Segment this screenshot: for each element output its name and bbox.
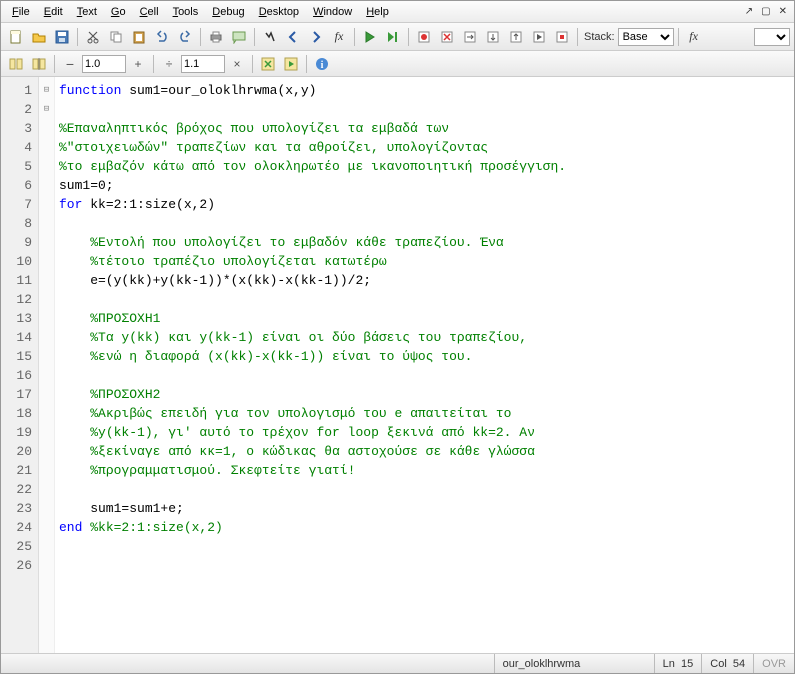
menu-go[interactable]: Go bbox=[104, 4, 133, 20]
editor[interactable]: 1234567891011121314151617181920212223242… bbox=[1, 77, 794, 653]
toolbar-secondary: − + ÷ × i bbox=[1, 51, 794, 77]
times-button[interactable]: × bbox=[226, 53, 248, 75]
undo-icon[interactable] bbox=[151, 26, 173, 48]
status-col: Col 54 bbox=[701, 654, 753, 673]
clear-breakpoint-icon[interactable] bbox=[436, 26, 458, 48]
code-line[interactable]: %Ακριβώς επειδή για τον υπολογισμό του e… bbox=[59, 404, 794, 423]
code-line[interactable]: %ξεκίναγε από κκ=1, ο κώδικας θα αστοχού… bbox=[59, 442, 794, 461]
copy-icon[interactable] bbox=[105, 26, 127, 48]
menu-tools[interactable]: Tools bbox=[166, 4, 206, 20]
code-line[interactable]: %Εντολή που υπολογίζει το εμβαδόν κάθε τ… bbox=[59, 233, 794, 252]
code-line[interactable] bbox=[59, 366, 794, 385]
divide-button[interactable]: ÷ bbox=[158, 53, 180, 75]
close-icon[interactable]: ✕ bbox=[776, 6, 790, 17]
code-line[interactable]: %Επαναληπτικός βρόχος που υπολογίζει τα … bbox=[59, 119, 794, 138]
code-line[interactable]: for kk=2:1:size(x,2) bbox=[59, 195, 794, 214]
step-icon[interactable] bbox=[459, 26, 481, 48]
view-select[interactable] bbox=[754, 28, 790, 46]
code-line[interactable]: %τέτοιο τραπέζιο υπολογίζεται κατωτέρω bbox=[59, 252, 794, 271]
code-line[interactable]: %ΠΡΟΣΟΧΗ2 bbox=[59, 385, 794, 404]
minus-button[interactable]: − bbox=[59, 53, 81, 75]
step-value-1[interactable] bbox=[82, 55, 126, 73]
menu-window[interactable]: Window bbox=[306, 4, 359, 20]
line-number-gutter: 1234567891011121314151617181920212223242… bbox=[1, 77, 39, 653]
print-icon[interactable] bbox=[205, 26, 227, 48]
open-file-icon[interactable] bbox=[28, 26, 50, 48]
code-line[interactable]: %προγραμματισμού. Σκεφτείτε γιατί! bbox=[59, 461, 794, 480]
status-ovr: OVR bbox=[753, 654, 794, 673]
code-area[interactable]: function sum1=our_oloklhrwma(x,y) %Επανα… bbox=[55, 77, 794, 653]
eval-advance-icon[interactable] bbox=[280, 53, 302, 75]
menu-file[interactable]: File bbox=[5, 4, 37, 20]
svg-text:i: i bbox=[321, 60, 324, 71]
eval-cell-icon[interactable] bbox=[257, 53, 279, 75]
code-line[interactable]: e=(y(kk)+y(kk-1))*(x(kk)-x(kk-1))/2; bbox=[59, 271, 794, 290]
code-line[interactable] bbox=[59, 214, 794, 233]
find-icon[interactable] bbox=[259, 26, 281, 48]
exit-debug-icon[interactable] bbox=[551, 26, 573, 48]
code-line[interactable] bbox=[59, 290, 794, 309]
code-line[interactable] bbox=[59, 480, 794, 499]
maximize-icon[interactable]: ▢ bbox=[758, 6, 773, 17]
cell-insert-icon[interactable] bbox=[5, 53, 27, 75]
code-line[interactable]: function sum1=our_oloklhrwma(x,y) bbox=[59, 81, 794, 100]
fx-button[interactable]: fx bbox=[683, 26, 705, 48]
menu-desktop[interactable]: Desktop bbox=[252, 4, 306, 20]
breakpoint-icon[interactable] bbox=[413, 26, 435, 48]
comment-icon[interactable] bbox=[228, 26, 250, 48]
fx-icon[interactable]: fx bbox=[328, 26, 350, 48]
continue-icon[interactable] bbox=[528, 26, 550, 48]
menu-debug[interactable]: Debug bbox=[205, 4, 251, 20]
status-line: Ln 15 bbox=[654, 654, 702, 673]
info-icon[interactable]: i bbox=[311, 53, 333, 75]
code-line[interactable]: %ΠΡΟΣΟΧΗ1 bbox=[59, 309, 794, 328]
code-line[interactable]: %ενώ η διαφορά (x(kk)-x(kk-1)) είναι το … bbox=[59, 347, 794, 366]
code-line[interactable] bbox=[59, 556, 794, 575]
code-line[interactable]: %το εμβαζόν κάτω από τον ολοκληρωτέο με … bbox=[59, 157, 794, 176]
menu-edit[interactable]: Edit bbox=[37, 4, 70, 20]
code-line[interactable]: %"στοιχειωδών" τραπεζίων και τα αθροίζει… bbox=[59, 138, 794, 157]
menubar: FileEditTextGoCellToolsDebugDesktopWindo… bbox=[1, 1, 794, 23]
plus-button[interactable]: + bbox=[127, 53, 149, 75]
code-line[interactable]: %Τα y(kk) και y(kk-1) είναι οι δύο βάσει… bbox=[59, 328, 794, 347]
step-value-2[interactable] bbox=[181, 55, 225, 73]
save-icon[interactable] bbox=[51, 26, 73, 48]
menu-cell[interactable]: Cell bbox=[133, 4, 166, 20]
step-in-icon[interactable] bbox=[482, 26, 504, 48]
code-line[interactable] bbox=[59, 100, 794, 119]
fold-column[interactable]: ⊟⊟ bbox=[39, 77, 55, 653]
nav-fwd-icon[interactable] bbox=[305, 26, 327, 48]
code-line[interactable] bbox=[59, 537, 794, 556]
stack-label: Stack: bbox=[584, 31, 615, 43]
step-out-icon[interactable] bbox=[505, 26, 527, 48]
run-advance-icon[interactable] bbox=[382, 26, 404, 48]
menu-help[interactable]: Help bbox=[359, 4, 396, 20]
nav-back-icon[interactable] bbox=[282, 26, 304, 48]
paste-icon[interactable] bbox=[128, 26, 150, 48]
new-file-icon[interactable] bbox=[5, 26, 27, 48]
toolbar-main: fx Stack: Base fx bbox=[1, 23, 794, 51]
cut-icon[interactable] bbox=[82, 26, 104, 48]
code-line[interactable]: sum1=sum1+e; bbox=[59, 499, 794, 518]
stack-select[interactable]: Base bbox=[618, 28, 674, 46]
code-line[interactable]: end %kk=2:1:size(x,2) bbox=[59, 518, 794, 537]
undock-icon[interactable]: ↗ bbox=[742, 6, 756, 17]
menu-text[interactable]: Text bbox=[70, 4, 104, 20]
statusbar: our_oloklhrwma Ln 15 Col 54 OVR bbox=[1, 653, 794, 673]
run-icon[interactable] bbox=[359, 26, 381, 48]
status-function: our_oloklhrwma bbox=[494, 654, 654, 673]
code-line[interactable]: sum1=0; bbox=[59, 176, 794, 195]
cell-insert2-icon[interactable] bbox=[28, 53, 50, 75]
code-line[interactable]: %y(kk-1), γι' αυτό το τρέχον for loop ξε… bbox=[59, 423, 794, 442]
redo-icon[interactable] bbox=[174, 26, 196, 48]
